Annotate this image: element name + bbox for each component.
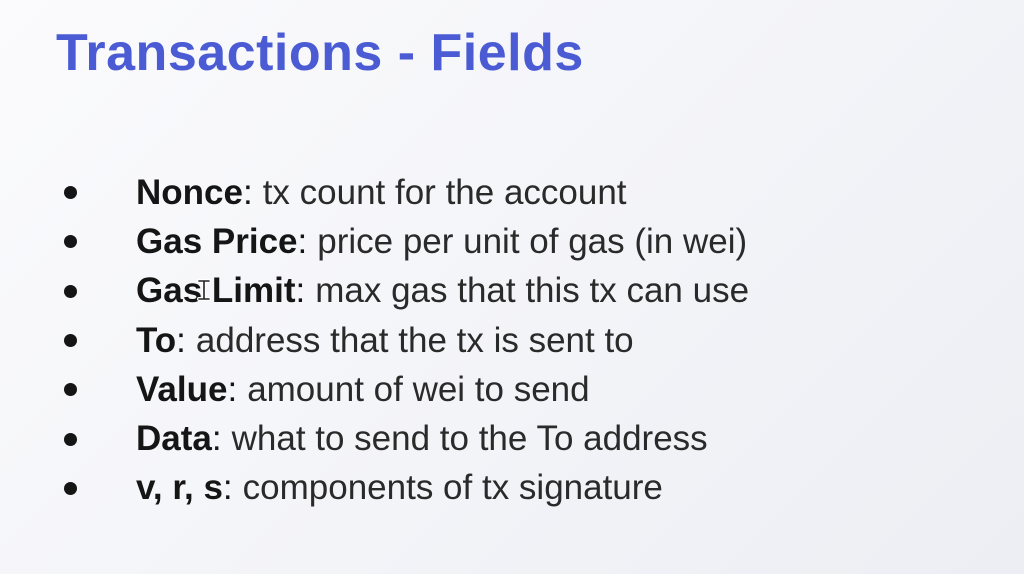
bullet-description: price per unit of gas (in wei) xyxy=(317,221,748,261)
bullet-dot-icon xyxy=(64,284,77,298)
bullet-dot-icon xyxy=(64,186,77,200)
bullet-description: tx count for the account xyxy=(262,172,627,212)
bullet-dot-icon xyxy=(64,334,77,348)
bullet-list: Nonce: tx count for the account Gas Price:… xyxy=(64,168,749,513)
bullet-item: To: address that the tx is sent to xyxy=(64,316,749,365)
bullet-term: Gas Price xyxy=(136,221,298,261)
bullet-item: Gas Limit: max gas that this tx can use xyxy=(64,267,749,316)
bullet-term: Value xyxy=(136,369,228,409)
bullet-description: max gas that this tx can use xyxy=(315,271,750,311)
bullet-dot-icon xyxy=(64,235,77,249)
bullet-description: what to send to the To address xyxy=(231,419,708,459)
bullet-separator: : xyxy=(176,320,186,360)
text-cursor-icon xyxy=(197,279,211,301)
bullet-term: Data xyxy=(136,419,212,459)
bullet-term: To xyxy=(136,320,177,360)
bullet-description: address that the tx is sent to xyxy=(195,320,634,360)
bullet-term: Gas Limit xyxy=(136,271,296,311)
bullet-separator: : xyxy=(222,468,233,508)
bullet-item: Data: what to send to the To address xyxy=(64,414,749,463)
bullet-dot-icon xyxy=(64,481,77,495)
bullet-item: Nonce: tx count for the account xyxy=(64,168,749,217)
slide-title: Transactions - Fields xyxy=(56,24,584,82)
bullet-separator: : xyxy=(295,271,306,311)
bullet-separator: : xyxy=(211,419,222,459)
slide: Transactions - Fields Nonce: tx count for… xyxy=(0,0,1024,574)
bullet-item: Gas Price: price per unit of gas (in wei) xyxy=(64,217,749,266)
bullet-separator: : xyxy=(297,221,308,261)
bullet-separator: : xyxy=(242,172,253,212)
bullet-item: v, r, s: components of tx signature xyxy=(64,464,749,513)
bullet-term: Nonce xyxy=(136,172,243,212)
bullet-separator: : xyxy=(227,369,238,409)
bullet-dot-icon xyxy=(64,383,77,397)
bullet-dot-icon xyxy=(64,432,77,446)
bullet-description: components of tx signature xyxy=(242,468,663,508)
bullet-description: amount of wei to send xyxy=(247,369,590,409)
bullet-item: Value: amount of wei to send xyxy=(64,365,749,414)
bullet-term: v, r, s xyxy=(136,468,223,508)
